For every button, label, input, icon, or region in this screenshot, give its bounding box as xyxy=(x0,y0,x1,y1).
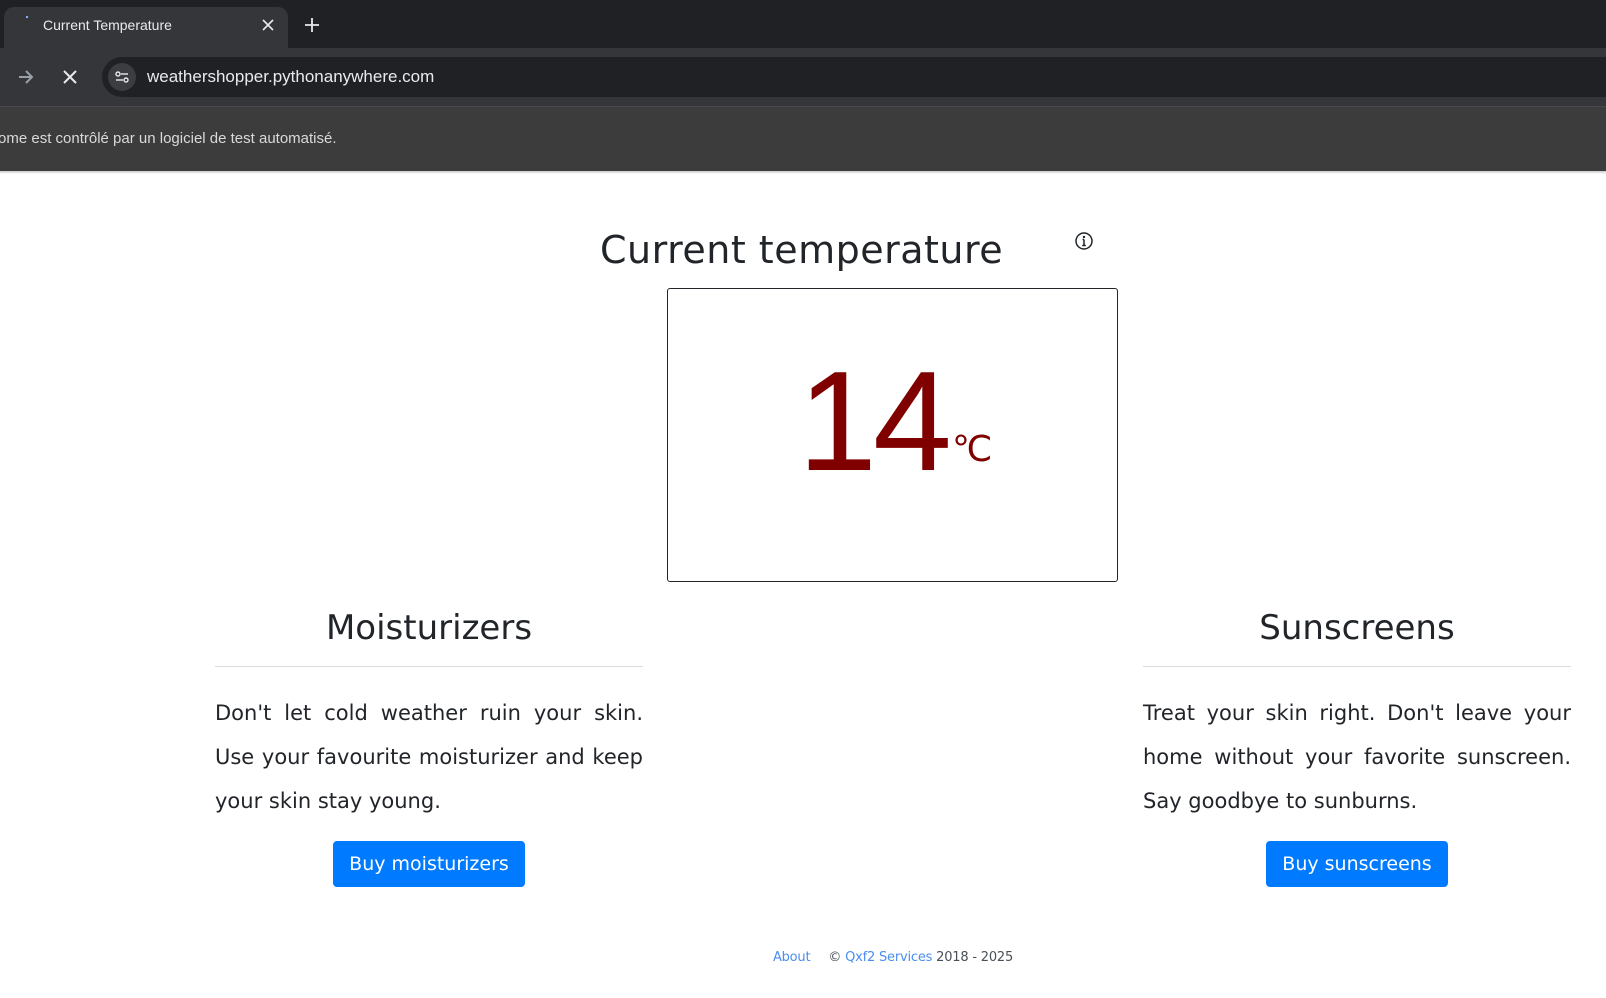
buy-moisturizers-button[interactable]: Buy moisturizers xyxy=(333,841,525,887)
infobar-text: ome est contrôlé par un logiciel de test… xyxy=(0,130,337,147)
browser-tabstrip: Current Temperature xyxy=(0,0,1606,48)
temperature-unit: ℃ xyxy=(952,429,993,469)
new-tab-icon[interactable] xyxy=(300,13,324,37)
about-link[interactable]: About xyxy=(773,950,811,965)
sunscreens-section: Sunscreens Treat your skin right. Don't … xyxy=(1143,600,1571,887)
tab-title: Current Temperature xyxy=(43,17,172,33)
sunscreens-text: Treat your skin right. Don't leave your … xyxy=(1143,701,1571,813)
url-text[interactable]: weathershopper.pythonanywhere.com xyxy=(147,67,434,87)
address-bar[interactable]: weathershopper.pythonanywhere.com xyxy=(102,57,1606,97)
forward-arrow-icon[interactable] xyxy=(14,65,38,89)
chrome-divider xyxy=(0,171,1606,174)
moisturizers-text: Don't let cold weather ruin your skin. U… xyxy=(215,701,643,813)
temperature-box: 14 ℃ xyxy=(667,288,1118,582)
page-title: Current temperature xyxy=(600,228,1004,272)
copyright-years: 2018 - 2025 xyxy=(936,950,1014,965)
buy-sunscreens-button[interactable]: Buy sunscreens xyxy=(1266,841,1448,887)
company-link[interactable]: Qxf2 Services xyxy=(845,950,932,965)
browser-tab[interactable]: Current Temperature xyxy=(4,7,288,48)
moisturizers-heading: Moisturizers xyxy=(325,608,533,648)
tab-close-icon[interactable] xyxy=(258,15,278,35)
footer: About © Qxf2 Services 2018 - 2025 xyxy=(0,950,1606,965)
site-settings-icon[interactable] xyxy=(108,63,136,91)
temperature-value: 14 xyxy=(798,342,952,501)
stop-loading-icon[interactable] xyxy=(58,65,82,89)
info-icon[interactable] xyxy=(1074,231,1094,251)
sunscreens-heading: Sunscreens xyxy=(1259,608,1455,648)
automation-infobar: ome est contrôlé par un logiciel de test… xyxy=(0,106,1606,171)
sunscreens-divider xyxy=(1143,666,1571,667)
copyright-symbol: © xyxy=(828,950,842,965)
loading-spinner-icon xyxy=(18,15,34,31)
moisturizers-section: Moisturizers Don't let cold weather ruin… xyxy=(215,600,643,887)
moisturizers-divider xyxy=(215,666,643,667)
browser-toolbar: weathershopper.pythonanywhere.com xyxy=(0,48,1606,106)
